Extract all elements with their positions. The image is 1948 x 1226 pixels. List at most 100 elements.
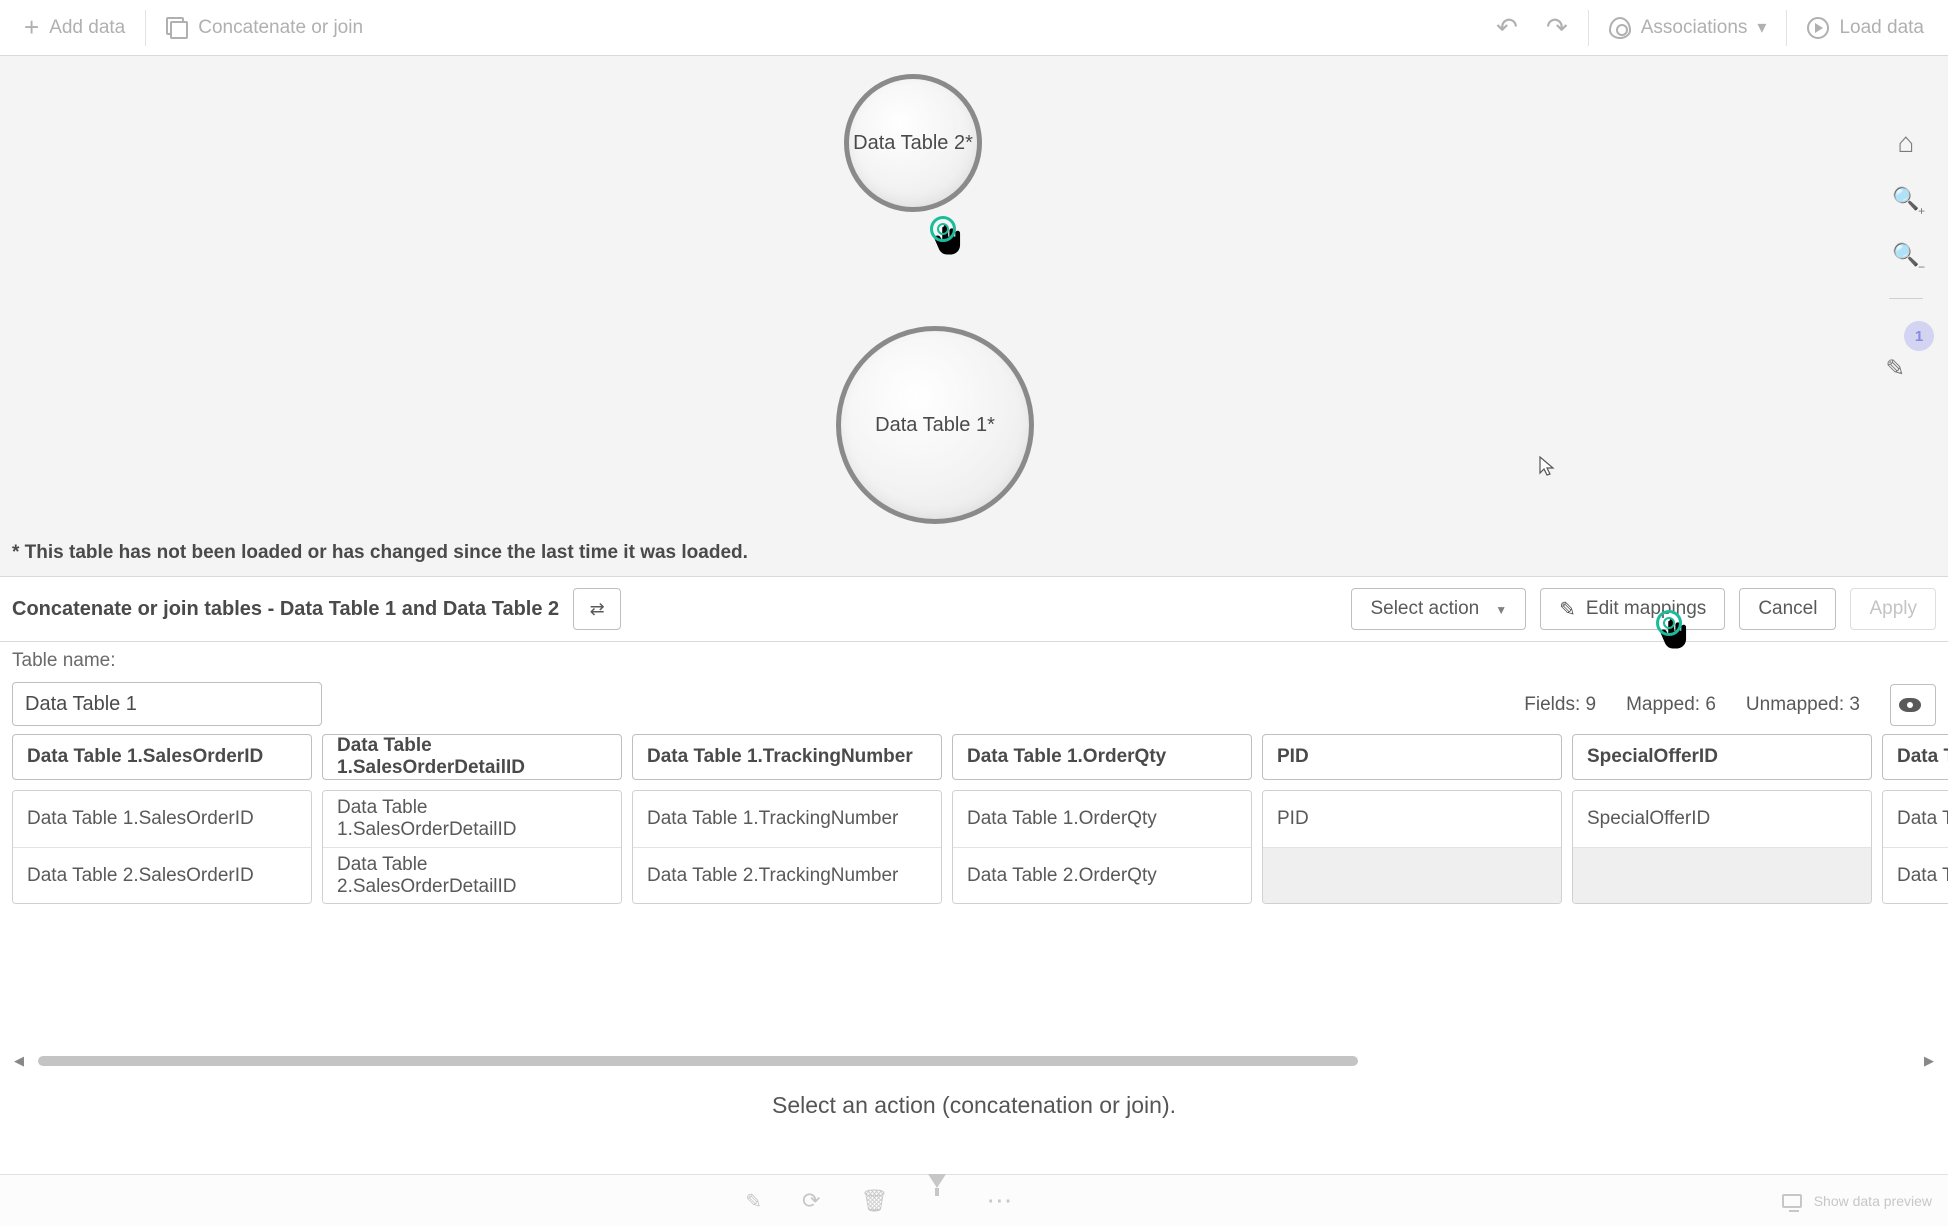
toolbar-divider bbox=[145, 10, 146, 46]
cancel-button[interactable]: Cancel bbox=[1739, 588, 1836, 630]
undo-icon bbox=[1496, 12, 1518, 43]
click-indicator bbox=[928, 220, 972, 264]
apply-button[interactable]: Apply bbox=[1850, 588, 1936, 630]
redo-button[interactable] bbox=[1532, 4, 1582, 51]
column-header[interactable]: Data Ta bbox=[1882, 734, 1948, 780]
mapping-cell[interactable]: Data Ta bbox=[1883, 791, 1948, 847]
play-icon bbox=[1807, 17, 1829, 39]
bottom-toolbar: Show data preview bbox=[0, 1174, 1948, 1226]
table-bubble-2[interactable]: Data Table 2* bbox=[844, 74, 982, 212]
load-data-label: Load data bbox=[1839, 17, 1924, 39]
magnifier-icon bbox=[1892, 241, 1919, 269]
associations-icon bbox=[1609, 17, 1631, 39]
scroll-right-icon[interactable]: ▶ bbox=[1920, 1053, 1938, 1069]
column-header[interactable]: PID bbox=[1262, 734, 1562, 780]
plus-icon bbox=[24, 12, 39, 43]
redo-icon bbox=[1546, 12, 1568, 43]
mapping-cell[interactable]: Data Table 2.SalesOrderID bbox=[13, 847, 311, 903]
column-header[interactable]: Data Table 1.OrderQty bbox=[952, 734, 1252, 780]
undo-button[interactable] bbox=[1482, 4, 1532, 51]
mapping-cell[interactable] bbox=[1573, 847, 1871, 903]
concat-join-icon bbox=[166, 17, 188, 39]
sidetools-divider bbox=[1889, 298, 1923, 299]
horizontal-scrollbar[interactable]: ◀ ▶ bbox=[10, 1054, 1938, 1068]
column-body: Data TaData Ta bbox=[1882, 790, 1948, 904]
add-data-label: Add data bbox=[49, 17, 125, 39]
plus-overlay-icon: + bbox=[1918, 204, 1925, 218]
filter-button[interactable] bbox=[928, 1188, 946, 1214]
recommendations-badge: 1 bbox=[1904, 321, 1934, 351]
mapping-cell[interactable]: Data Table 1.SalesOrderID bbox=[13, 791, 311, 847]
concatenate-join-button[interactable]: Concatenate or join bbox=[152, 9, 377, 47]
magnifier-icon bbox=[1892, 185, 1919, 213]
zoom-in-button[interactable]: + bbox=[1889, 182, 1923, 216]
edit-button[interactable] bbox=[745, 1188, 762, 1214]
column-header[interactable]: Data Table 1.TrackingNumber bbox=[632, 734, 942, 780]
column-body: SpecialOfferID bbox=[1572, 790, 1872, 904]
table-name-label: Table name: bbox=[12, 650, 116, 672]
mapping-cell[interactable]: Data Table 1.OrderQty bbox=[953, 791, 1251, 847]
config-bar: Concatenate or join tables - Data Table … bbox=[0, 576, 1948, 642]
concat-join-label: Concatenate or join bbox=[198, 17, 363, 39]
meta-row: Table name: Fields: 9 Mapped: 6 Unmapped… bbox=[0, 642, 1948, 734]
refresh-button[interactable] bbox=[802, 1188, 820, 1214]
chevron-down-icon bbox=[1757, 17, 1766, 38]
table-bubble-2-label: Data Table 2* bbox=[853, 132, 973, 155]
cancel-label: Cancel bbox=[1758, 598, 1817, 620]
mapping-cell[interactable] bbox=[1263, 847, 1561, 903]
swap-tables-button[interactable] bbox=[573, 588, 621, 630]
mapping-cell[interactable]: SpecialOfferID bbox=[1573, 791, 1871, 847]
mapped-count: Mapped: 6 bbox=[1626, 694, 1716, 716]
column-body: Data Table 1.SalesOrderDetailIDData Tabl… bbox=[322, 790, 622, 904]
monitor-icon bbox=[1782, 1194, 1802, 1208]
column-header[interactable]: Data Table 1.SalesOrderDetailID bbox=[322, 734, 622, 780]
table-name-input[interactable] bbox=[12, 682, 322, 726]
filter-icon bbox=[928, 1174, 946, 1213]
minus-overlay-icon: − bbox=[1918, 260, 1925, 274]
mapping-grid: Data Table 1.SalesOrderIDData Table 1.Sa… bbox=[12, 734, 1948, 904]
apply-label: Apply bbox=[1869, 598, 1917, 620]
fields-count: Fields: 9 bbox=[1524, 694, 1596, 716]
toggle-preview-button[interactable] bbox=[1890, 684, 1936, 726]
edit-mappings-button[interactable]: Edit mappings bbox=[1540, 588, 1725, 630]
associations-dropdown[interactable]: Associations bbox=[1595, 9, 1781, 47]
scroll-thumb[interactable] bbox=[38, 1056, 1358, 1066]
column-header[interactable]: SpecialOfferID bbox=[1572, 734, 1872, 780]
zoom-out-button[interactable]: − bbox=[1889, 238, 1923, 272]
toolbar-divider bbox=[1786, 10, 1787, 46]
select-action-label: Select action bbox=[1370, 598, 1479, 620]
column-body: Data Table 1.SalesOrderIDData Table 2.Sa… bbox=[12, 790, 312, 904]
add-data-button[interactable]: Add data bbox=[10, 4, 139, 51]
table-bubble-1-label: Data Table 1* bbox=[875, 414, 995, 437]
scroll-left-icon[interactable]: ◀ bbox=[10, 1053, 28, 1069]
mapping-cell[interactable]: Data Ta bbox=[1883, 847, 1948, 903]
mapping-cell[interactable]: Data Table 2.OrderQty bbox=[953, 847, 1251, 903]
home-button[interactable] bbox=[1889, 126, 1923, 160]
associations-label: Associations bbox=[1641, 17, 1748, 39]
mapping-counts: Fields: 9 Mapped: 6 Unmapped: 3 bbox=[1524, 684, 1936, 726]
delete-button[interactable] bbox=[860, 1188, 888, 1214]
more-button[interactable] bbox=[986, 1185, 1012, 1216]
action-prompt: Select an action (concatenation or join)… bbox=[0, 1092, 1948, 1119]
chevron-down-icon bbox=[1489, 598, 1507, 620]
canvas-footnote: * This table has not been loaded or has … bbox=[12, 542, 748, 564]
associations-canvas[interactable]: Data Table 2* Data Table 1* * This table… bbox=[0, 56, 1948, 576]
mapping-grid-wrap: Data Table 1.SalesOrderIDData Table 1.Sa… bbox=[0, 734, 1948, 904]
load-data-button[interactable]: Load data bbox=[1793, 9, 1938, 47]
config-title: Concatenate or join tables - Data Table … bbox=[12, 598, 559, 621]
table-bubble-1[interactable]: Data Table 1* bbox=[836, 326, 1034, 524]
pointer-hand-icon bbox=[928, 220, 966, 258]
mapping-cell[interactable]: PID bbox=[1263, 791, 1561, 847]
wand-icon: ✏ bbox=[1871, 344, 1919, 392]
pencil-icon bbox=[1559, 597, 1576, 622]
mapping-cell[interactable]: Data Table 1.TrackingNumber bbox=[633, 791, 941, 847]
mapping-cell[interactable]: Data Table 2.SalesOrderDetailID bbox=[323, 847, 621, 903]
select-action-dropdown[interactable]: Select action bbox=[1351, 588, 1526, 630]
mapping-cell[interactable]: Data Table 2.TrackingNumber bbox=[633, 847, 941, 903]
recommendations-button[interactable]: 1 ✏ bbox=[1878, 325, 1934, 385]
show-data-preview-label: Show data preview bbox=[1814, 1193, 1932, 1209]
mapping-cell[interactable]: Data Table 1.SalesOrderDetailID bbox=[323, 791, 621, 847]
show-data-preview-button[interactable]: Show data preview bbox=[1782, 1193, 1932, 1209]
scroll-track[interactable] bbox=[28, 1056, 1920, 1066]
column-header[interactable]: Data Table 1.SalesOrderID bbox=[12, 734, 312, 780]
